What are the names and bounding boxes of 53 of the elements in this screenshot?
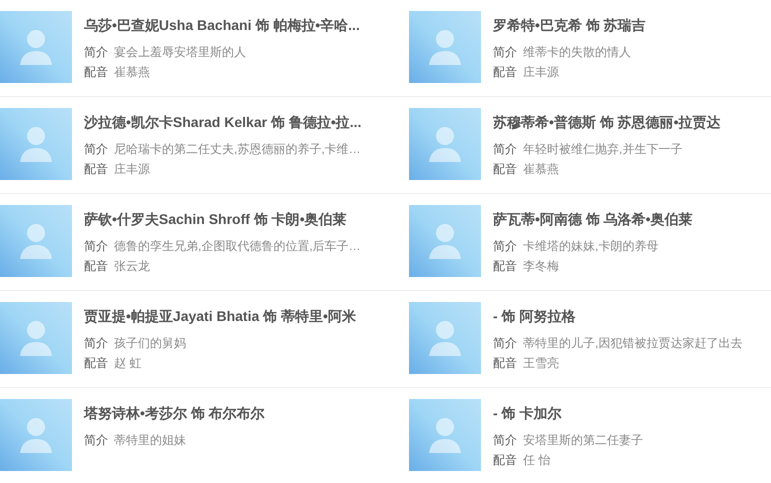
dub-label: 配音 <box>84 64 108 81</box>
intro-label: 简介 <box>84 44 108 61</box>
cast-title[interactable]: 罗希特•巴克希 饰 苏瑞吉 <box>493 15 646 35</box>
cast-title[interactable]: 萨钦•什罗夫Sachin Shroff 饰 卡朗•奥伯莱 <box>84 209 361 229</box>
intro-label: 简介 <box>493 44 517 61</box>
intro-text: 蒂特里的姐妹 <box>114 432 186 449</box>
voice-actor: 赵 虹 <box>114 355 142 372</box>
intro-text: 宴会上羞辱安塔里斯的人 <box>114 44 246 61</box>
intro-label: 简介 <box>493 432 517 449</box>
voice-actor: 张云龙 <box>114 258 150 275</box>
intro-label: 简介 <box>84 238 108 255</box>
intro-text: 蒂特里的儿子,因犯错被拉贾达家赶了出去 <box>523 335 742 352</box>
intro-label: 简介 <box>84 335 108 352</box>
dub-label: 配音 <box>493 258 517 275</box>
intro-text: 尼哈瑞卡的第二任丈夫,苏恩德丽的养子,卡维… <box>114 141 361 158</box>
voice-actor: 任 怡 <box>523 452 550 469</box>
intro-text: 孩子们的舅妈 <box>114 335 186 352</box>
dub-label: 配音 <box>493 355 517 372</box>
cast-title[interactable]: 塔努诗林•考莎尔 饰 布尔布尔 <box>84 403 265 423</box>
cast-title[interactable]: 沙拉德•凯尔卡Sharad Kelkar 饰 鲁德拉•拉... <box>84 112 362 132</box>
dub-label: 配音 <box>84 161 108 178</box>
intro-text: 维蒂卡的失散的情人 <box>523 44 631 61</box>
avatar-icon <box>409 11 481 83</box>
cast-title[interactable]: - 饰 阿努拉格 <box>493 306 742 326</box>
intro-text: 卡维塔的妹妹,卡朗的养母 <box>523 238 658 255</box>
intro-label: 简介 <box>84 432 108 449</box>
intro-label: 简介 <box>84 141 108 158</box>
voice-actor: 庄丰源 <box>114 161 150 178</box>
avatar-icon <box>409 399 481 471</box>
voice-actor: 李冬梅 <box>523 258 559 275</box>
voice-actor: 崔慕燕 <box>523 161 559 178</box>
cast-title[interactable]: - 饰 卡加尔 <box>493 403 643 423</box>
cast-title[interactable]: 萨瓦蒂•阿南德 饰 乌洛希•奥伯莱 <box>493 209 693 229</box>
dub-label: 配音 <box>84 258 108 275</box>
avatar-icon <box>409 302 481 374</box>
intro-text: 安塔里斯的第二任妻子 <box>523 432 643 449</box>
dub-label: 配音 <box>493 64 517 81</box>
intro-label: 简介 <box>493 238 517 255</box>
intro-label: 简介 <box>493 335 517 352</box>
dub-label: 配音 <box>493 452 517 469</box>
avatar-icon <box>409 205 481 277</box>
dub-label: 配音 <box>84 355 108 372</box>
avatar-icon <box>409 108 481 180</box>
intro-label: 简介 <box>493 141 517 158</box>
intro-text: 德鲁的孪生兄弟,企图取代德鲁的位置,后车子… <box>114 238 361 255</box>
voice-actor: 崔慕燕 <box>114 64 150 81</box>
cast-title[interactable]: 贾亚提•帕提亚Jayati Bhatia 饰 蒂特里•阿米 <box>84 306 356 326</box>
voice-actor: 庄丰源 <box>523 64 559 81</box>
voice-actor: 王雪亮 <box>523 355 559 372</box>
intro-text: 年轻时被维仁抛弃,并生下一子 <box>523 141 682 158</box>
cast-title[interactable]: 乌莎•巴查妮Usha Bachani 饰 帕梅拉•辛哈... <box>84 15 360 35</box>
dub-label: 配音 <box>493 161 517 178</box>
cast-title[interactable]: 苏穆蒂希•普德斯 饰 苏恩德丽•拉贾达 <box>493 112 721 132</box>
